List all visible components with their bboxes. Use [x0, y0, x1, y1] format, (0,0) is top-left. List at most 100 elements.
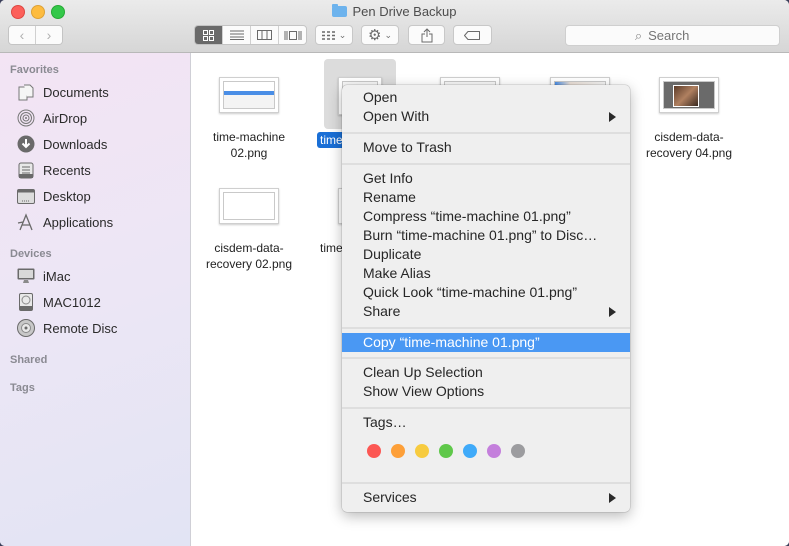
menu-item-make-alias[interactable]: Make Alias [342, 264, 630, 283]
finder-window: Pen Drive Backup ‹ › ⌄ ⚙ ⌄ ⌕ Search Favo… [0, 0, 789, 546]
tag-red-button[interactable] [367, 444, 381, 458]
sidebar-item-label: AirDrop [43, 110, 88, 126]
sidebar-item-applications[interactable]: Applications [16, 211, 113, 233]
cover-flow-view-button[interactable] [279, 26, 306, 44]
file-name: time-machine 02.png [212, 130, 286, 160]
sidebar-item-recents[interactable]: Recents [16, 159, 91, 181]
sidebar-item-mac1012[interactable]: MAC1012 [16, 291, 101, 313]
menu-separator [342, 357, 630, 359]
search-field[interactable]: ⌕ [565, 25, 780, 46]
search-icon: ⌕ [634, 27, 643, 43]
window-title-text: Pen Drive Backup [352, 4, 457, 19]
file-item[interactable]: cisdem-data-recovery 04.png [639, 77, 739, 161]
recents-icon [16, 161, 36, 179]
menu-separator [342, 163, 630, 165]
file-thumbnail [219, 188, 279, 224]
list-view-icon [229, 30, 244, 40]
sidebar-item-label: Documents [43, 84, 109, 100]
downloads-icon [16, 135, 36, 153]
sidebar-item-label: Applications [43, 214, 114, 230]
documents-icon [16, 83, 36, 101]
menu-item-quick-look[interactable]: Quick Look “time-machine 01.png” [342, 283, 630, 302]
menu-item-burn[interactable]: Burn “time-machine 01.png” to Disc… [342, 226, 630, 245]
menu-item-rename[interactable]: Rename [342, 188, 630, 207]
cover-flow-icon [284, 30, 301, 40]
column-view-button[interactable] [251, 26, 279, 44]
search-input[interactable] [646, 27, 711, 44]
group-icon [321, 30, 335, 40]
tag-gray-button[interactable] [511, 444, 525, 458]
airdrop-icon [16, 109, 36, 127]
group-by-button[interactable]: ⌄ [315, 25, 353, 45]
chevron-down-icon: ⌄ [384, 29, 392, 40]
menu-separator [342, 327, 630, 329]
sidebar-item-label: MAC1012 [43, 294, 101, 310]
window-title: Pen Drive Backup [0, 4, 789, 19]
sidebar-item-downloads[interactable]: Downloads [16, 133, 107, 155]
sidebar-item-desktop[interactable]: Desktop [16, 185, 91, 207]
back-button[interactable]: ‹ [9, 26, 36, 44]
disk-icon [16, 293, 36, 311]
chevron-right-icon: › [46, 27, 52, 43]
menu-item-get-info[interactable]: Get Info [342, 169, 630, 188]
file-item[interactable]: time-machine 02.png [199, 77, 299, 161]
sidebar: Favorites Documents AirDrop Downloads Re… [0, 53, 191, 546]
remote-disc-icon [16, 319, 36, 337]
gear-icon: ⚙ [368, 27, 382, 44]
sidebar-item-label: Downloads [43, 136, 108, 152]
tag-blue-button[interactable] [463, 444, 477, 458]
tag-yellow-button[interactable] [415, 444, 429, 458]
menu-item-show-view-options[interactable]: Show View Options [342, 382, 630, 401]
menu-item-copy[interactable]: Copy “time-machine 01.png” [342, 333, 630, 352]
icon-view-button[interactable] [195, 26, 223, 44]
submenu-arrow-icon [609, 493, 616, 503]
menu-item-clean-up-selection[interactable]: Clean Up Selection [342, 363, 630, 382]
forward-button[interactable]: › [36, 26, 62, 44]
menu-separator [342, 132, 630, 134]
list-view-button[interactable] [223, 26, 251, 44]
menu-item-services[interactable]: Services [342, 488, 630, 507]
tag-icon [464, 30, 480, 40]
edit-tags-button[interactable] [453, 25, 492, 45]
share-icon [421, 27, 432, 42]
sidebar-item-label: iMac [43, 268, 71, 284]
applications-icon [16, 213, 36, 231]
sidebar-heading-tags: Tags [10, 382, 35, 394]
menu-separator [342, 482, 630, 484]
file-thumbnail [219, 77, 279, 113]
sidebar-item-airdrop[interactable]: AirDrop [16, 107, 87, 129]
sidebar-item-remote-disc[interactable]: Remote Disc [16, 317, 117, 339]
menu-item-open-with[interactable]: Open With [342, 107, 630, 126]
title-bar: Pen Drive Backup ‹ › ⌄ ⚙ ⌄ ⌕ Search [0, 0, 789, 53]
menu-item-open[interactable]: Open [342, 88, 630, 107]
sidebar-item-label: Desktop [43, 188, 91, 204]
tag-purple-button[interactable] [487, 444, 501, 458]
action-button[interactable]: ⚙ ⌄ [361, 25, 399, 45]
sidebar-item-imac[interactable]: iMac [16, 265, 70, 287]
sidebar-item-documents[interactable]: Documents [16, 81, 109, 103]
menu-item-move-to-trash[interactable]: Move to Trash [342, 138, 630, 157]
sidebar-heading-devices: Devices [10, 248, 52, 260]
share-button[interactable] [408, 25, 445, 45]
menu-item-share[interactable]: Share [342, 302, 630, 321]
menu-item-compress[interactable]: Compress “time-machine 01.png” [342, 207, 630, 226]
file-item[interactable]: cisdem-data-recovery 02.png [199, 188, 299, 272]
sidebar-item-label: Recents [43, 162, 91, 178]
view-mode-selector [194, 25, 307, 45]
desktop-icon [16, 187, 36, 205]
folder-icon [332, 4, 348, 17]
menu-separator [342, 407, 630, 409]
file-thumbnail [659, 77, 719, 113]
tag-orange-button[interactable] [391, 444, 405, 458]
sidebar-heading-shared: Shared [10, 354, 48, 366]
context-menu: Open Open With Move to Trash Get Info Re… [342, 85, 630, 512]
sidebar-item-label: Remote Disc [43, 320, 118, 336]
tag-green-button[interactable] [439, 444, 453, 458]
sidebar-heading-favorites: Favorites [10, 64, 59, 76]
menu-item-tags[interactable]: Tags… [342, 413, 630, 432]
menu-item-duplicate[interactable]: Duplicate [342, 245, 630, 264]
file-name: cisdem-data-recovery 04.png [645, 130, 733, 160]
submenu-arrow-icon [609, 112, 616, 122]
column-view-icon [257, 30, 272, 40]
nav-buttons: ‹ › [8, 25, 63, 45]
